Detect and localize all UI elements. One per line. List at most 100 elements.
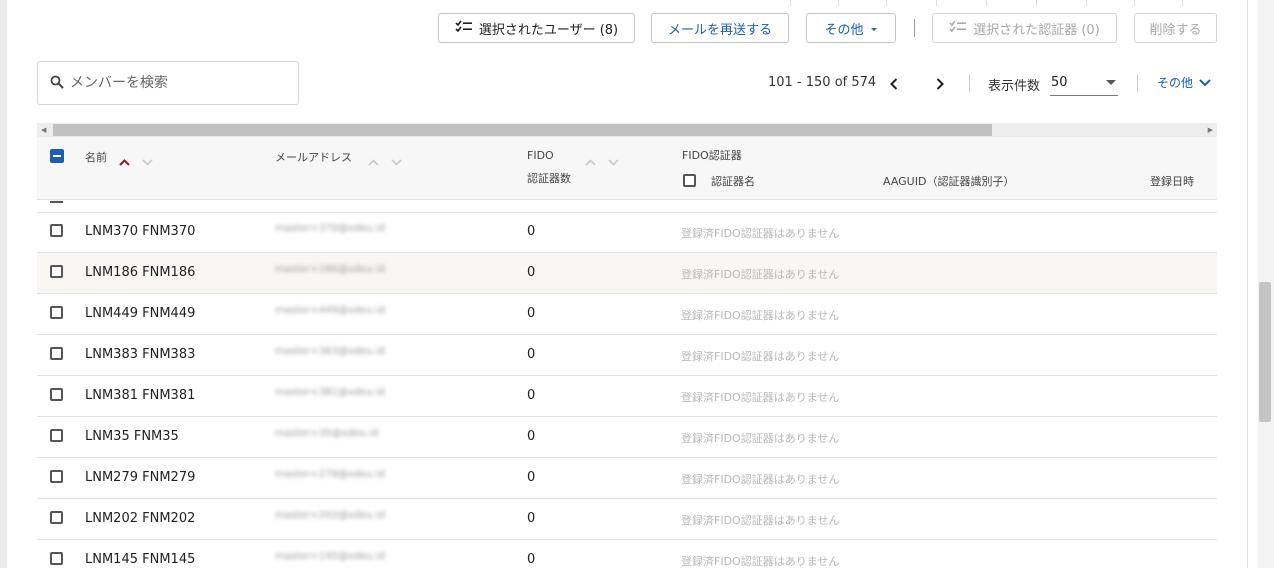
- chevron-left-icon: [890, 75, 898, 94]
- fido-empty-message: 登録済FIDO認証器はありません: [681, 514, 840, 527]
- row-checkbox[interactable]: [50, 224, 63, 237]
- toolbar-divider: [914, 19, 915, 37]
- column-header-authenticator-name: 認証器名: [711, 175, 755, 188]
- fido-empty-message: 登録済FIDO認証器はありません: [681, 309, 840, 322]
- row-checkbox[interactable]: [50, 429, 63, 442]
- selected-authenticators-button[interactable]: 選択された認証器 (0): [932, 13, 1117, 43]
- top-divider: [1182, 0, 1183, 6]
- checklist-icon: [949, 19, 967, 37]
- per-page-select[interactable]: 50: [1050, 70, 1118, 96]
- fido-empty-message: 登録済FIDO認証器はありません: [681, 350, 840, 363]
- member-search-box[interactable]: [37, 61, 299, 105]
- fido-count: 0: [527, 552, 536, 567]
- pager-divider: [969, 74, 970, 92]
- member-name: LNM370 FNM370: [85, 224, 196, 239]
- table-horizontal-scrollbar[interactable]: ◀ ▶: [37, 123, 1217, 137]
- fido-empty-message: 登録済FIDO認証器はありません: [681, 227, 840, 240]
- column-header-name[interactable]: 名前: [85, 149, 107, 165]
- left-margin: [0, 0, 7, 568]
- resend-mail-label: メールを再送する: [667, 22, 772, 38]
- fido-count: 0: [527, 224, 536, 239]
- chevron-down-icon: [1199, 76, 1211, 90]
- row-checkbox[interactable]: [50, 306, 63, 319]
- page-scrollbar-thumb[interactable]: [1259, 282, 1271, 422]
- table-row[interactable]: LNM449 FNM449 master+449@xdeu.id 0 登録済FIDO認…: [37, 294, 1217, 335]
- sort-descending-icon[interactable]: [142, 151, 153, 170]
- previous-page-button[interactable]: [884, 72, 904, 96]
- member-email: master+381@xdeu.id: [275, 387, 385, 398]
- top-divider: [986, 0, 987, 6]
- caret-down-icon: [870, 21, 878, 36]
- sort-ascending-icon[interactable]: [368, 151, 379, 170]
- row-checkbox-partial[interactable]: [50, 199, 63, 203]
- member-name: LNM279 FNM279: [85, 470, 196, 485]
- table-row[interactable]: LNM145 FNM145 master+145@xdeu.id 0 登録済FIDO認…: [37, 540, 1217, 568]
- member-name: LNM383 FNM383: [85, 347, 196, 362]
- checklist-icon: [455, 19, 473, 37]
- delete-button[interactable]: 削除する: [1134, 13, 1217, 43]
- row-checkbox[interactable]: [50, 388, 63, 401]
- selected-users-button[interactable]: 選択されたユーザー (8): [438, 13, 635, 43]
- member-email: master+186@xdeu.id: [275, 264, 385, 275]
- selected-users-label: 選択されたユーザー (8): [478, 22, 619, 38]
- member-email: master+449@xdeu.id: [275, 305, 385, 316]
- member-email: master+35@xdeu.id: [275, 428, 379, 439]
- table-row-partial: [37, 199, 1217, 213]
- fido-count: 0: [527, 470, 536, 485]
- row-checkbox[interactable]: [50, 511, 63, 524]
- more-options-link[interactable]: その他: [1157, 74, 1211, 91]
- member-name: LNM186 FNM186: [85, 265, 196, 280]
- top-divider: [936, 0, 937, 6]
- member-name: LNM381 FNM381: [85, 388, 196, 403]
- fido-count: 0: [527, 429, 536, 444]
- top-divider: [838, 0, 839, 6]
- scroll-left-arrow-icon[interactable]: ◀: [41, 126, 46, 134]
- member-name: LNM35 FNM35: [85, 429, 179, 444]
- fido-count: 0: [527, 347, 536, 362]
- table-row[interactable]: LNM279 FNM279 master+279@xdeu.id 0 登録済FIDO認…: [37, 458, 1217, 499]
- table-row[interactable]: LNM186 FNM186 master+186@xdeu.id 0 登録済FIDO認…: [37, 253, 1217, 294]
- table-row[interactable]: LNM370 FNM370 master+370@xdeu.id 0 登録済FIDO認…: [37, 212, 1217, 253]
- column-header-fido[interactable]: FIDO: [527, 149, 554, 162]
- sort-descending-icon[interactable]: [608, 151, 619, 170]
- others-menu-button[interactable]: その他: [806, 13, 896, 43]
- top-divider: [886, 0, 887, 6]
- select-all-checkbox[interactable]: [50, 149, 64, 163]
- member-email: master+383@xdeu.id: [275, 346, 385, 357]
- chevron-right-icon: [936, 75, 944, 94]
- column-header-email[interactable]: メールアドレス: [275, 149, 352, 165]
- top-divider: [1036, 0, 1037, 6]
- column-header-fido-count: 認証器数: [527, 172, 571, 185]
- scroll-right-arrow-icon[interactable]: ▶: [1208, 126, 1213, 134]
- search-icon: [50, 74, 64, 93]
- indeterminate-mark-icon: [53, 155, 61, 157]
- table-row[interactable]: LNM35 FNM35 master+35@xdeu.id 0 登録済FIDO認証器は…: [37, 417, 1217, 458]
- sort-ascending-icon[interactable]: [119, 151, 130, 170]
- fido-empty-message: 登録済FIDO認証器はありません: [681, 268, 840, 281]
- row-checkbox[interactable]: [50, 470, 63, 483]
- top-divider: [1086, 0, 1087, 6]
- per-page-label: 表示件数: [988, 79, 1041, 94]
- fido-empty-message: 登録済FIDO認証器はありません: [681, 555, 840, 568]
- fido-empty-message: 登録済FIDO認証器はありません: [681, 432, 840, 445]
- table-row[interactable]: LNM383 FNM383 master+383@xdeu.id 0 登録済FIDO認…: [37, 335, 1217, 376]
- row-checkbox[interactable]: [50, 265, 63, 278]
- sort-ascending-icon[interactable]: [585, 151, 596, 170]
- member-email: master+370@xdeu.id: [275, 223, 385, 234]
- select-all-authenticators-checkbox[interactable]: [683, 174, 696, 187]
- member-email: master+202@xdeu.id: [275, 510, 385, 521]
- horizontal-scrollbar-thumb[interactable]: [53, 124, 992, 136]
- sort-descending-icon[interactable]: [391, 151, 402, 170]
- member-name: LNM145 FNM145: [85, 552, 196, 567]
- resend-mail-button[interactable]: メールを再送する: [651, 13, 789, 43]
- pager-divider: [1137, 74, 1138, 92]
- column-group-fido-authenticators: FIDO認証器: [682, 149, 742, 162]
- row-checkbox[interactable]: [50, 347, 63, 360]
- next-page-button[interactable]: [930, 72, 950, 96]
- caret-down-icon: [1106, 75, 1116, 90]
- member-search-input[interactable]: [70, 75, 270, 91]
- table-row[interactable]: LNM202 FNM202 master+202@xdeu.id 0 登録済FIDO認…: [37, 499, 1217, 540]
- table-row[interactable]: LNM381 FNM381 master+381@xdeu.id 0 登録済FIDO認…: [37, 376, 1217, 417]
- row-checkbox[interactable]: [50, 552, 63, 565]
- fido-count: 0: [527, 306, 536, 321]
